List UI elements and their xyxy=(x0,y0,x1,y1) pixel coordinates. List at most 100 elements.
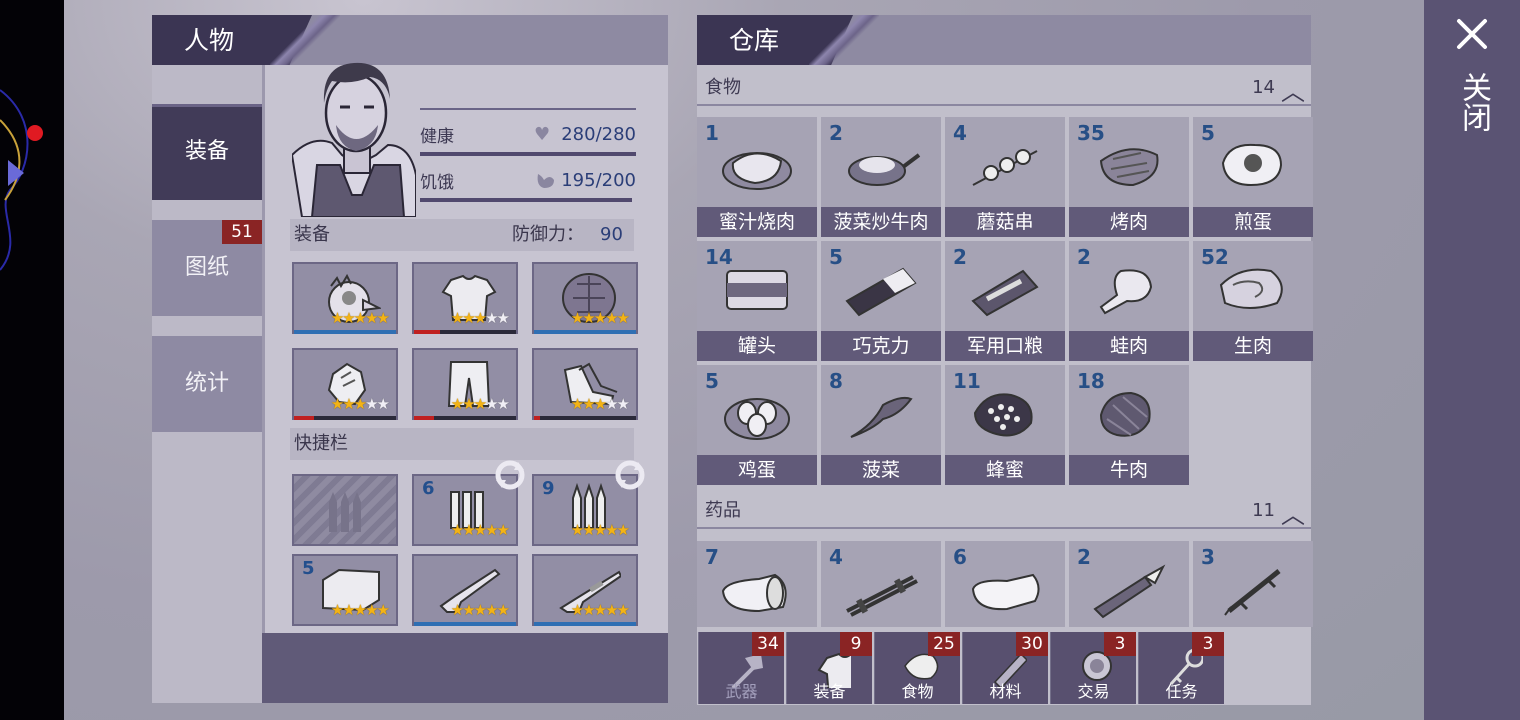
category-medicine-count: 11 xyxy=(1252,500,1275,521)
tab-label: 武器 xyxy=(725,682,758,701)
tab-label: 交易 xyxy=(1077,682,1110,701)
item-name: 蛙肉 xyxy=(1069,331,1189,361)
chevron-up-icon[interactable]: ︿ xyxy=(1281,497,1305,533)
equipment-section-header: 装备 防御力： 90 xyxy=(290,219,634,251)
item-count: 7 xyxy=(705,545,719,569)
tab-badge: 34 xyxy=(752,632,784,656)
item-count: 3 xyxy=(1201,545,1215,569)
item-name: 生肉 xyxy=(1193,331,1313,361)
beef-icon xyxy=(1099,391,1151,437)
inventory-item[interactable]: 4 xyxy=(821,541,941,627)
swap-arrows-icon[interactable] xyxy=(612,458,648,492)
bottom-tab-axe[interactable]: 34 武器 xyxy=(698,632,784,704)
close-x-icon[interactable] xyxy=(1456,18,1488,50)
close-label[interactable]: 关闭 xyxy=(1454,72,1491,132)
honeycomb-icon xyxy=(973,393,1033,437)
frog-meat-icon xyxy=(1099,269,1153,315)
rarity-stars: ★★★★★ xyxy=(570,601,630,619)
rarity-stars: ★★★★★ xyxy=(330,601,390,619)
inventory-item[interactable]: 4 蘑菇串 xyxy=(945,117,1065,237)
health-label: 健康 xyxy=(420,127,454,147)
durability-bar xyxy=(534,622,636,626)
bandage-roll-icon xyxy=(721,573,787,613)
tab-label: 任务 xyxy=(1165,682,1198,701)
equipment-slot[interactable]: ★★★★★ xyxy=(412,262,518,334)
slot-count: 6 xyxy=(422,478,435,499)
blueprints-badge: 51 xyxy=(222,220,262,244)
inventory-item[interactable]: 6 xyxy=(945,541,1065,627)
tab-statistics[interactable]: 统计 xyxy=(152,336,262,432)
fried-egg-icon xyxy=(1221,143,1283,187)
inventory-item[interactable]: 18 牛肉 xyxy=(1069,365,1189,485)
item-name: 煎蛋 xyxy=(1193,207,1313,237)
mushroom-skewer-icon xyxy=(972,149,1038,186)
roast-meat-icon xyxy=(1099,148,1159,187)
bottom-tab-meat[interactable]: 25 食物 xyxy=(874,632,960,704)
item-count: 8 xyxy=(829,369,843,393)
character-footer xyxy=(262,633,668,703)
item-name: 蜂蜜 xyxy=(945,455,1065,485)
category-food-header[interactable]: 食物 14 ︿ xyxy=(697,70,1311,106)
rarity-stars: ★★★★★ xyxy=(450,521,510,539)
herb-patch-icon xyxy=(1093,564,1166,619)
inventory-item[interactable]: 5 巧克力 xyxy=(821,241,941,361)
durability-bar xyxy=(414,416,516,420)
inventory-item[interactable]: 2 菠菜炒牛肉 xyxy=(821,117,941,237)
item-name: 菠菜炒牛肉 xyxy=(821,207,941,237)
inventory-item[interactable]: 7 xyxy=(697,541,817,627)
inventory-item[interactable]: 5 鸡蛋 xyxy=(697,365,817,485)
inventory-item[interactable]: 35 烤肉 xyxy=(1069,117,1189,237)
bottom-tab-log[interactable]: 30 材料 xyxy=(962,632,1048,704)
equipment-slot[interactable]: ★★★★★ xyxy=(292,348,398,420)
tab-equipment[interactable]: 装备 xyxy=(152,104,262,200)
bottom-tab-coin[interactable]: 3 交易 xyxy=(1050,632,1136,704)
inventory-item[interactable]: 1 蜜汁烧肉 xyxy=(697,117,817,237)
tab-badge: 3 xyxy=(1104,632,1136,656)
inventory-item[interactable]: 14 罐头 xyxy=(697,241,817,361)
hunger-stat: 饥饿 195/200 xyxy=(420,156,636,202)
inventory-item[interactable]: 2 军用口粮 xyxy=(945,241,1065,361)
defense-value: 90 xyxy=(600,224,623,245)
rarity-stars: ★★★★★ xyxy=(450,601,510,619)
inventory-item[interactable]: 52 生肉 xyxy=(1193,241,1313,361)
hotbar-slot[interactable]: ★★★★★ xyxy=(412,554,518,626)
inventory-item[interactable]: 8 菠菜 xyxy=(821,365,941,485)
bottom-tab-shirt[interactable]: 9 装备 xyxy=(786,632,872,704)
equipment-slot[interactable]: ★★★★★ xyxy=(412,348,518,420)
bottom-tab-key[interactable]: 3 任务 xyxy=(1138,632,1224,704)
equipment-slot[interactable]: ★★★★★ xyxy=(532,262,638,334)
tab-badge: 3 xyxy=(1192,632,1224,656)
tab-label: 装备 xyxy=(813,682,846,701)
stir-fry-pan-icon xyxy=(848,153,921,186)
chevron-up-icon[interactable]: ︿ xyxy=(1281,74,1305,110)
hunger-value: 195/200 xyxy=(561,170,636,191)
left-edge-strip xyxy=(0,0,64,720)
durability-bar xyxy=(294,330,396,334)
hotbar-slot[interactable]: 5 ★★★★★ xyxy=(292,554,398,626)
rarity-stars: ★★★★★ xyxy=(570,395,630,413)
inventory-item[interactable]: 3 xyxy=(1193,541,1313,627)
hotbar-section-header: 快捷栏 xyxy=(290,428,634,460)
inventory-item[interactable]: 2 蛙肉 xyxy=(1069,241,1189,361)
item-count: 5 xyxy=(705,369,719,393)
health-value: 280/280 xyxy=(561,124,636,145)
inventory-item[interactable]: 2 xyxy=(1069,541,1189,627)
item-name: 蜜汁烧肉 xyxy=(697,207,817,237)
curve-decoration xyxy=(0,89,43,271)
hotbar-slot[interactable]: ★★★★★ xyxy=(532,554,638,626)
splint-icon xyxy=(846,575,918,617)
inventory-item[interactable]: 11 蜂蜜 xyxy=(945,365,1065,485)
equipment-slot[interactable]: ★★★★★ xyxy=(292,262,398,334)
tab-badge: 9 xyxy=(840,632,872,656)
defense-label: 防御力： xyxy=(512,224,584,245)
hotbar-slot[interactable] xyxy=(292,474,398,546)
equipment-slot[interactable]: ★★★★★ xyxy=(532,348,638,420)
syringe-icon xyxy=(1224,569,1281,616)
category-medicine-header[interactable]: 药品 11 ︿ xyxy=(697,493,1311,529)
swap-arrows-icon[interactable] xyxy=(492,458,528,492)
spinach-icon xyxy=(850,396,913,438)
hotbar-title: 快捷栏 xyxy=(294,433,348,454)
category-medicine-label: 药品 xyxy=(705,500,741,521)
inventory-item[interactable]: 5 煎蛋 xyxy=(1193,117,1313,237)
durability-bar xyxy=(414,622,516,626)
